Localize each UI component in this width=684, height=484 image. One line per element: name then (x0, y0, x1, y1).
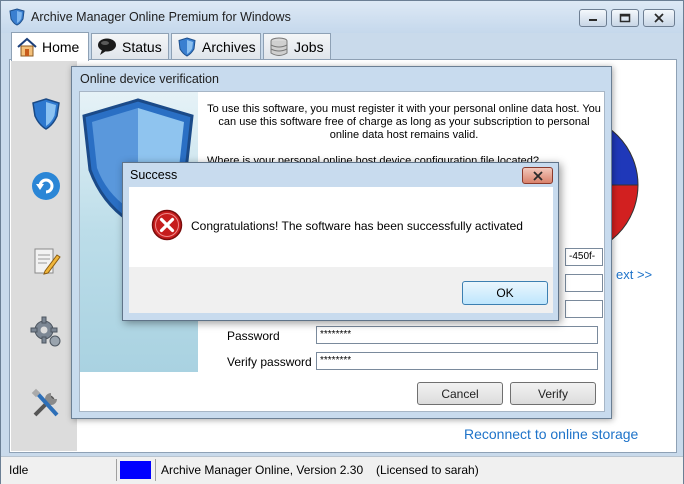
close-button[interactable] (643, 9, 675, 27)
verification-intro-text: To use this software, you must register … (207, 103, 601, 141)
status-version: Archive Manager Online, Version 2.30 (161, 463, 364, 477)
tab-archives[interactable]: Archives (171, 33, 261, 60)
success-dialog: Success Congratulations! The software ha… (122, 162, 559, 321)
status-color-swatch (120, 461, 151, 479)
tab-archives-label: Archives (202, 39, 256, 55)
gear-icon[interactable] (29, 315, 63, 349)
success-message: Congratulations! The software has been s… (191, 219, 523, 233)
verify-password-field[interactable]: ******** (316, 352, 598, 370)
status-license: (Licensed to sarah) (376, 463, 479, 477)
status-state: Idle (9, 463, 29, 477)
speech-bubble-icon (98, 38, 116, 55)
minimize-button[interactable] (579, 9, 607, 27)
password-label: Password (227, 329, 280, 343)
side-panel (11, 61, 77, 451)
tab-jobs[interactable]: Jobs (263, 33, 331, 60)
edit-icon[interactable] (29, 245, 63, 279)
tab-strip: Home Status Archives Jobs (9, 32, 679, 61)
config-file-field[interactable]: -450f-a. (565, 248, 603, 266)
tools-icon[interactable] (29, 387, 63, 421)
error-icon (151, 209, 183, 241)
close-icon (654, 13, 664, 23)
cancel-button[interactable]: Cancel (417, 382, 503, 405)
verification-dialog-title: Online device verification (80, 72, 219, 86)
tab-home[interactable]: Home (11, 32, 89, 61)
home-icon (17, 37, 37, 57)
verify-password-label: Verify password (227, 355, 312, 369)
database-icon (270, 37, 288, 56)
config-extra-field-2[interactable] (565, 300, 603, 318)
next-link[interactable]: ext >> (616, 267, 652, 282)
tab-status[interactable]: Status (91, 33, 169, 60)
success-dialog-close-button[interactable] (522, 167, 553, 184)
config-extra-field[interactable] (565, 274, 603, 292)
shield-icon (178, 37, 196, 57)
tab-jobs-label: Jobs (294, 39, 324, 55)
title-bar[interactable]: Archive Manager Online Premium for Windo… (1, 1, 683, 33)
success-dialog-body: Congratulations! The software has been s… (129, 187, 553, 267)
tab-home-label: Home (42, 39, 80, 55)
tab-status-label: Status (122, 39, 162, 55)
close-icon (532, 170, 543, 181)
window-title: Archive Manager Online Premium for Windo… (31, 10, 291, 24)
reconnect-link[interactable]: Reconnect to online storage (464, 426, 638, 442)
password-field[interactable]: ******** (316, 326, 598, 344)
ok-button[interactable]: OK (462, 281, 548, 305)
maximize-button[interactable] (611, 9, 639, 27)
shield-icon[interactable] (29, 97, 63, 131)
app-shield-icon (9, 8, 25, 26)
success-dialog-title: Success (130, 168, 178, 182)
minimize-icon (589, 19, 597, 21)
status-separator (116, 459, 117, 481)
verify-button[interactable]: Verify (510, 382, 596, 405)
status-separator (155, 459, 156, 481)
refresh-icon[interactable] (29, 169, 63, 203)
success-dialog-footer: OK (129, 267, 553, 313)
maximize-icon (619, 13, 631, 23)
status-bar: Idle Archive Manager Online, Version 2.3… (1, 456, 683, 484)
